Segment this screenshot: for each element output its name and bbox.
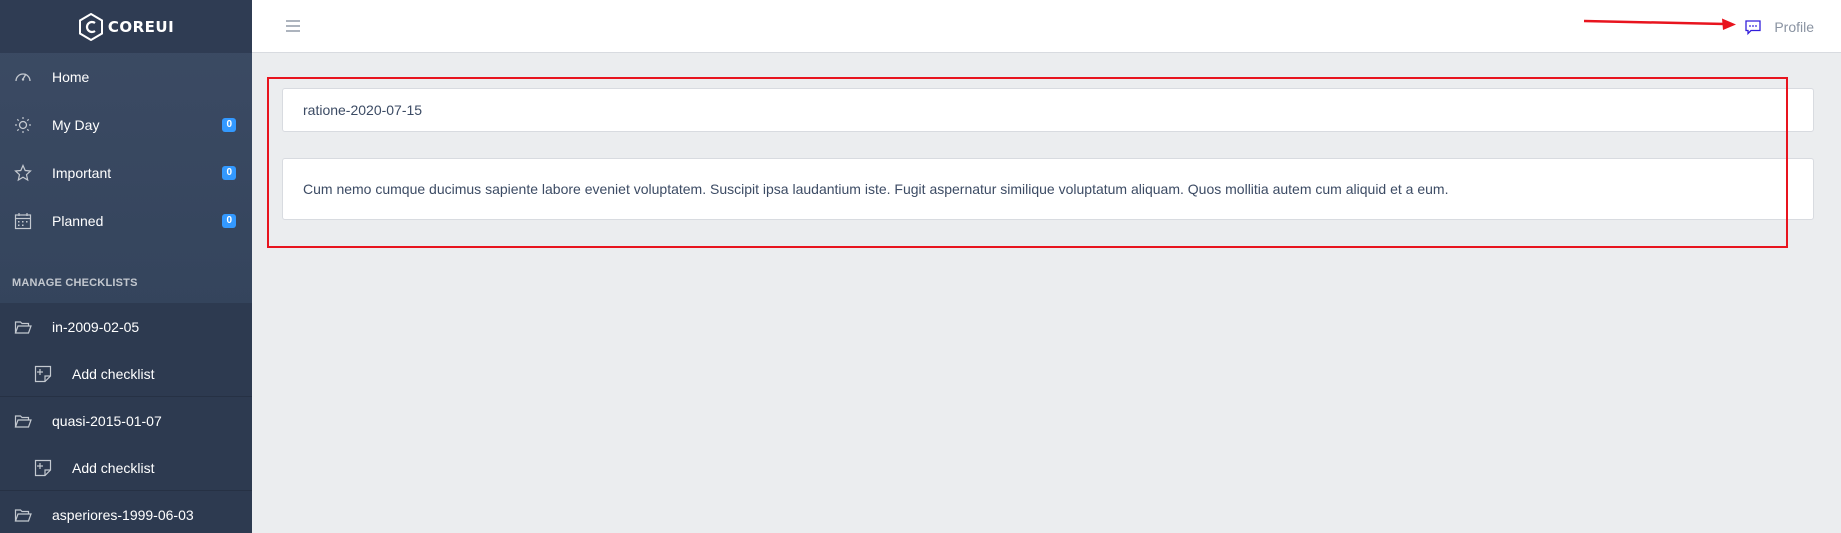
nav-item-my-day[interactable]: My Day 0 bbox=[0, 101, 252, 149]
count-badge: 0 bbox=[222, 166, 236, 180]
checklist-label: quasi-2015-01-07 bbox=[52, 413, 162, 429]
speedometer-icon bbox=[14, 68, 32, 86]
checklist-label: in-2009-02-05 bbox=[52, 319, 140, 335]
coreui-logo-icon bbox=[78, 12, 103, 41]
folder-open-icon bbox=[14, 318, 32, 336]
nav-item-label: Important bbox=[52, 165, 112, 181]
hamburger-icon[interactable] bbox=[284, 17, 302, 35]
nav-item-label: Planned bbox=[52, 213, 104, 229]
annotation-arrow bbox=[1583, 18, 1736, 30]
header-right: Profile bbox=[1744, 0, 1814, 53]
add-checklist-label: Add checklist bbox=[72, 459, 155, 476]
add-checklist-link[interactable]: Add checklist bbox=[0, 351, 252, 397]
sun-icon bbox=[14, 116, 32, 134]
section-title-manage-checklists: MANAGE CHECKLISTS bbox=[12, 277, 138, 289]
checklist-description: Cum nemo cumque ducimus sapiente labore … bbox=[303, 181, 1449, 197]
checklist-title-card: ratione-2020-07-15 bbox=[282, 88, 1814, 132]
checklist-title: ratione-2020-07-15 bbox=[303, 102, 423, 118]
chat-icon[interactable] bbox=[1744, 18, 1762, 36]
checklist-item-asperiores-1999-06-03[interactable]: asperiores-1999-06-03 bbox=[0, 491, 252, 533]
nav-item-important[interactable]: Important 0 bbox=[0, 149, 252, 197]
calendar-icon bbox=[14, 212, 32, 230]
sidebar: COREUI Home My Day 0 Important 0 Planned… bbox=[0, 0, 252, 533]
note-add-icon bbox=[34, 459, 52, 477]
checklist-item-quasi-2015-01-07[interactable]: quasi-2015-01-07 bbox=[0, 397, 252, 445]
nav-item-label: Home bbox=[52, 69, 90, 85]
count-badge: 0 bbox=[222, 118, 236, 132]
folder-open-icon bbox=[14, 412, 32, 430]
star-icon bbox=[14, 164, 32, 182]
nav-item-home[interactable]: Home bbox=[0, 53, 252, 101]
add-checklist-label: Add checklist bbox=[72, 365, 155, 382]
main-content: ratione-2020-07-15 Cum nemo cumque ducim… bbox=[252, 54, 1841, 533]
checklist-label: asperiores-1999-06-03 bbox=[52, 507, 194, 523]
brand-logo[interactable]: COREUI bbox=[0, 0, 252, 53]
add-checklist-link[interactable]: Add checklist bbox=[0, 445, 252, 491]
note-add-icon bbox=[34, 365, 52, 383]
brand-name: COREUI bbox=[107, 17, 175, 36]
checklist-description-card: Cum nemo cumque ducimus sapiente labore … bbox=[282, 158, 1814, 220]
profile-link[interactable]: Profile bbox=[1774, 19, 1814, 35]
folder-open-icon bbox=[14, 506, 32, 524]
nav-item-planned[interactable]: Planned 0 bbox=[0, 197, 252, 245]
checklist-item-in-2009-02-05[interactable]: in-2009-02-05 bbox=[0, 303, 252, 351]
nav-item-label: My Day bbox=[52, 117, 100, 133]
count-badge: 0 bbox=[222, 214, 236, 228]
checklist-group: in-2009-02-05 Add checklist quasi-2015-0… bbox=[0, 303, 252, 533]
